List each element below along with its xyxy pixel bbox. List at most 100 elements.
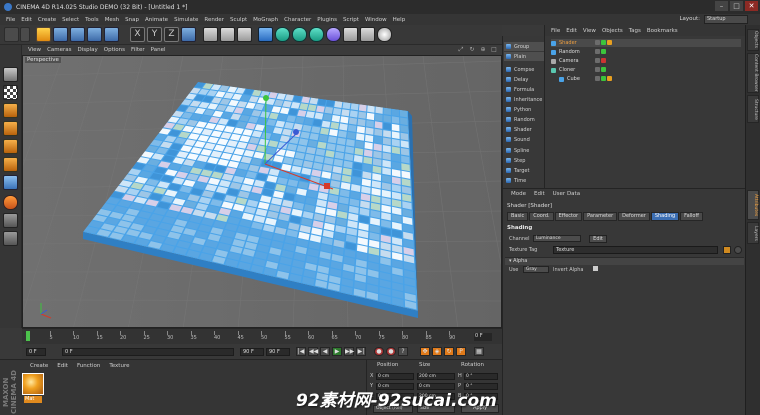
tab-falloff[interactable]: Falloff	[680, 212, 703, 221]
x-axis-lock-button[interactable]: X	[130, 27, 145, 42]
texture-tag-picker-icon[interactable]	[734, 246, 742, 254]
layout-dropdown[interactable]: Startup	[704, 15, 748, 24]
tab-shading[interactable]: Shading	[650, 212, 680, 221]
timeline-ruler[interactable]: 051015202530354045505560657075808590 0 F	[22, 328, 502, 344]
menu-file[interactable]: File	[6, 17, 15, 23]
menu-plugins[interactable]: Plugins	[317, 17, 337, 23]
palette-item-random[interactable]: Random	[504, 115, 544, 124]
object-row-camera[interactable]: Camera	[551, 57, 741, 65]
array-icon[interactable]	[309, 27, 324, 42]
palette-item-compose[interactable]: Compse	[504, 65, 544, 74]
texture-tag-link-icon[interactable]	[723, 246, 731, 254]
snap-icon[interactable]	[3, 195, 18, 210]
menu-create[interactable]: Create	[38, 17, 56, 23]
menu-edit[interactable]: Edit	[21, 17, 32, 23]
om-menu-file[interactable]: File	[551, 28, 560, 34]
menu-help[interactable]: Help	[393, 17, 406, 23]
palette-item-shader[interactable]: Shader	[504, 125, 544, 134]
previous-frame-button[interactable]: ◀	[320, 347, 330, 356]
render-settings-icon[interactable]	[237, 27, 252, 42]
keyframe-selection-button[interactable]: ?	[398, 347, 408, 356]
go-to-end-button[interactable]: ▶|	[356, 347, 366, 356]
key-scale-button[interactable]: ◈	[432, 347, 442, 356]
viewport-menu-filter[interactable]: Filter	[131, 47, 145, 53]
am-menu-edit[interactable]: Edit	[534, 191, 545, 197]
close-button[interactable]: ✕	[745, 1, 758, 11]
palette-item-sound[interactable]: Sound	[504, 135, 544, 144]
palette-item-target[interactable]: Target	[504, 166, 544, 175]
viewport-menu-cameras[interactable]: Cameras	[47, 47, 71, 53]
menu-mesh[interactable]: Mesh	[105, 17, 119, 23]
tab-basic[interactable]: Basic	[507, 212, 529, 221]
maximize-view-icon[interactable]: □	[490, 46, 498, 54]
palette-item-plain[interactable]: Plain	[504, 52, 544, 61]
palette-item-formula[interactable]: Formula	[504, 85, 544, 94]
spline-icon[interactable]	[275, 27, 290, 42]
om-menu-edit[interactable]: Edit	[566, 28, 577, 34]
palette-item-python[interactable]: Python	[504, 105, 544, 114]
playhead[interactable]	[26, 331, 30, 341]
play-button[interactable]: ▶	[332, 347, 342, 356]
enable-axis-icon[interactable]	[3, 175, 18, 190]
record-button[interactable]: ●	[374, 347, 384, 356]
palette-item-group[interactable]: Group	[504, 42, 544, 51]
menu-mograph[interactable]: MoGraph	[253, 17, 278, 23]
rotation-h-field[interactable]: 0 °	[464, 373, 498, 380]
object-row-shader[interactable]: Shader	[551, 39, 741, 47]
light-icon[interactable]	[377, 27, 392, 42]
undo-icon[interactable]	[4, 27, 19, 42]
edit-button[interactable]: Edit	[589, 235, 607, 243]
material-menu-function[interactable]: Function	[77, 363, 100, 369]
polygons-mode-icon[interactable]	[3, 157, 18, 172]
menu-tools[interactable]: Tools	[85, 17, 99, 23]
menu-character[interactable]: Character	[284, 17, 311, 23]
menu-script[interactable]: Script	[343, 17, 359, 23]
pan-icon[interactable]: ⤢	[457, 46, 465, 54]
alpha-section-header[interactable]: ▾ Alpha	[505, 257, 744, 265]
key-rotation-button[interactable]: ↻	[444, 347, 454, 356]
palette-item-delay[interactable]: Delay	[504, 75, 544, 84]
tab-effector[interactable]: Effector	[554, 212, 583, 221]
side-tab-content-browser[interactable]: Content Browser	[747, 53, 759, 93]
autokey-button[interactable]: ●	[386, 347, 396, 356]
render-view-icon[interactable]	[203, 27, 218, 42]
z-axis-handle[interactable]	[293, 129, 299, 135]
workplane-icon[interactable]	[3, 213, 18, 228]
live-selection-icon[interactable]	[36, 27, 51, 42]
palette-item-time[interactable]: Time	[504, 176, 544, 185]
menu-snap[interactable]: Snap	[125, 17, 139, 23]
texture-mode-icon[interactable]	[3, 85, 18, 100]
max-frame-field[interactable]: 90 F	[266, 348, 290, 356]
y-axis-handle[interactable]	[263, 95, 269, 101]
side-tab-objects[interactable]: Objects	[747, 29, 759, 51]
om-menu-objects[interactable]: Objects	[602, 28, 623, 34]
rotate-tool-icon[interactable]	[87, 27, 102, 42]
workplane-mode-icon[interactable]	[3, 103, 18, 118]
viewport-menu-display[interactable]: Display	[78, 47, 98, 53]
camera-icon[interactable]	[360, 27, 375, 42]
menu-window[interactable]: Window	[365, 17, 387, 23]
viewport-menu-view[interactable]: View	[28, 47, 41, 53]
preview-range-field[interactable]: 0 F	[62, 348, 234, 356]
current-frame-field[interactable]: 0 F	[474, 333, 492, 341]
size-x-field[interactable]: 200 cm	[417, 373, 455, 380]
points-mode-icon[interactable]	[3, 121, 18, 136]
next-frame-button[interactable]: ▶▶	[344, 347, 354, 356]
coordinate-system-icon[interactable]	[181, 27, 196, 42]
menu-simulate[interactable]: Simulate	[174, 17, 198, 23]
locked-workplane-icon[interactable]	[3, 231, 18, 246]
invert-alpha-checkbox[interactable]	[593, 266, 598, 271]
menu-sculpt[interactable]: Sculpt	[230, 17, 247, 23]
side-tab-layers[interactable]: Layers	[747, 222, 759, 244]
object-row-cloner[interactable]: Cloner	[551, 66, 741, 74]
material-menu-edit[interactable]: Edit	[57, 363, 68, 369]
nurbs-icon[interactable]	[292, 27, 307, 42]
move-tool-icon[interactable]	[53, 27, 68, 42]
scale-tool-icon[interactable]	[70, 27, 85, 42]
key-position-button[interactable]: ✥	[420, 347, 430, 356]
texture-field[interactable]: Texture	[553, 246, 718, 254]
am-menu-mode[interactable]: Mode	[511, 191, 526, 197]
edges-mode-icon[interactable]	[3, 139, 18, 154]
position-x-field[interactable]: 0 cm	[376, 373, 414, 380]
palette-item-spline[interactable]: Spline	[504, 146, 544, 155]
